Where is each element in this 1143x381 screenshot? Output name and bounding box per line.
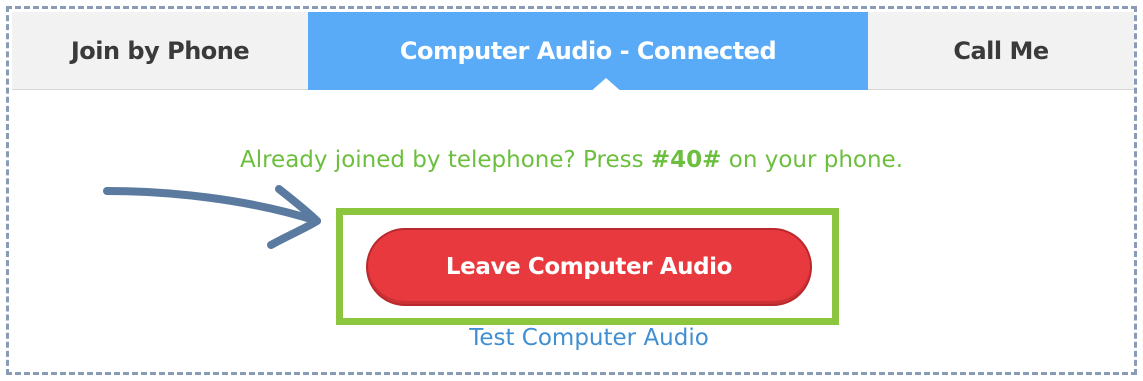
leave-computer-audio-label: Leave Computer Audio	[445, 254, 733, 280]
tab-join-by-phone-label: Join by Phone	[70, 36, 250, 65]
tab-computer-audio[interactable]: Computer Audio - Connected	[308, 12, 868, 90]
hint-suffix: on your phone.	[721, 147, 904, 173]
tab-computer-audio-label: Computer Audio - Connected	[399, 37, 777, 65]
test-computer-audio-label: Test Computer Audio	[469, 325, 709, 351]
tab-call-me[interactable]: Call Me	[868, 12, 1134, 90]
audio-dialog-frame: Join by Phone Computer Audio - Connected…	[6, 6, 1137, 375]
tab-join-by-phone[interactable]: Join by Phone	[12, 12, 308, 90]
leave-computer-audio-button[interactable]: Leave Computer Audio	[366, 228, 812, 306]
test-computer-audio-link[interactable]: Test Computer Audio	[9, 325, 1143, 351]
audio-tabs: Join by Phone Computer Audio - Connected…	[12, 12, 1134, 93]
tab-call-me-label: Call Me	[953, 36, 1049, 65]
hand-drawn-arrow-icon	[103, 185, 321, 249]
active-tab-pointer	[589, 78, 623, 93]
hint-code: #40#	[650, 147, 722, 173]
